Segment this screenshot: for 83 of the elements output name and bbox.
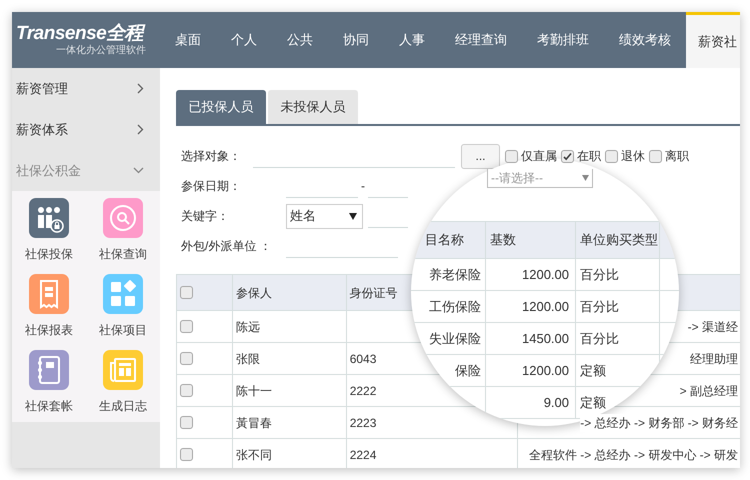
tab[interactable]: 已投保人员 <box>176 90 266 124</box>
caret-icon <box>582 175 589 181</box>
table-cell-text: 1450.00 <box>522 330 569 348</box>
field-label: 关键字： <box>181 208 230 225</box>
browse-button[interactable]: ... <box>461 144 500 168</box>
sidebar-item[interactable]: 薪资体系 <box>12 109 160 150</box>
table-cell-text: 2222 <box>350 382 376 400</box>
logo-text: Transense全程 <box>16 23 146 44</box>
chevron-right-icon <box>137 83 144 94</box>
checkbox[interactable] <box>180 286 193 299</box>
search-icon[interactable] <box>103 198 143 238</box>
notebook-icon[interactable] <box>29 350 69 390</box>
nav-tab[interactable]: 个人 <box>216 12 272 68</box>
nav-tab[interactable]: 人事 <box>384 12 440 68</box>
table-cell: -> 总经办 -> 财务部 -> 财务经 <box>580 414 738 432</box>
table-cell-text: 百分比 <box>580 298 619 316</box>
table-cell-text: 百分比 <box>580 266 619 284</box>
field-label: 选择对象： <box>181 148 242 165</box>
logo-tagline: 一体化办公管理软件 <box>55 45 147 57</box>
nav-tab[interactable]: 绩效考核 <box>604 12 686 68</box>
table-cell-text: 6043 <box>350 350 376 368</box>
table-cell-text: 1200.00 <box>522 362 569 380</box>
table-cell-text: 9.00 <box>544 394 569 412</box>
checkbox[interactable] <box>505 150 518 162</box>
app-label[interactable]: 社保项目 <box>99 322 147 338</box>
nav-tab[interactable]: 薪资社 <box>686 12 740 68</box>
checkbox[interactable] <box>180 384 193 397</box>
caret-icon <box>349 212 357 220</box>
table-cell-text: 工伤保险 <box>429 298 481 316</box>
select-field[interactable]: 姓名 <box>286 204 363 228</box>
table-cell-text: 保险 <box>455 362 481 380</box>
checkbox-label: 退休 <box>621 148 645 165</box>
table-cell-text: 失业保险 <box>429 330 481 348</box>
table-cell-text: 陈远 <box>236 318 260 336</box>
chevron-right-icon <box>137 124 144 135</box>
chevron-down-icon <box>133 167 144 174</box>
nav-tab[interactable]: 考勤排班 <box>522 12 604 68</box>
column-header[interactable]: 身份证号 <box>350 284 398 302</box>
checkbox-label: 在职 <box>577 148 601 165</box>
table-cell-text: 1200.00 <box>522 298 569 316</box>
checkbox[interactable] <box>649 150 662 162</box>
newspaper-icon[interactable] <box>103 350 143 390</box>
checkbox[interactable] <box>605 150 618 162</box>
date-separator: - <box>361 178 365 195</box>
nav-tab[interactable]: 桌面 <box>160 12 216 68</box>
nav-tab[interactable]: 经理查询 <box>440 12 522 68</box>
table-cell-text: 张不同 <box>236 446 272 464</box>
column-header[interactable]: 目名称 <box>411 222 486 258</box>
table-cell-text: 百分比 <box>580 330 619 348</box>
sidebar-item[interactable]: 薪资管理 <box>12 68 160 109</box>
checkbox[interactable] <box>180 416 193 429</box>
table-cell-text: 黃冒春 <box>236 414 272 432</box>
nav-tab[interactable]: 公共 <box>272 12 328 68</box>
table-cell-text: 陈十一 <box>236 382 272 400</box>
table-cell-text: 定额 <box>580 362 606 380</box>
table-cell-text: 养老保险 <box>429 266 481 284</box>
checkbox-label: 离职 <box>665 148 689 165</box>
table-cell-text: 2224 <box>350 446 376 464</box>
app-label[interactable]: 社保查询 <box>99 246 147 262</box>
column-header[interactable]: 参保人 <box>236 284 272 302</box>
column-header[interactable]: 单位购买类型 <box>576 222 660 258</box>
table-cell-text: 1200.00 <box>522 266 569 284</box>
field-label: 参保日期： <box>181 178 242 195</box>
field-label: 外包/外派单位 ： <box>181 238 273 255</box>
app-label[interactable]: 社保投保 <box>25 246 73 262</box>
tab[interactable]: 未投保人员 <box>268 90 358 124</box>
app-label[interactable]: 社保套帐 <box>25 398 73 414</box>
tiles-icon[interactable] <box>103 274 143 314</box>
table-cell-text: 2223 <box>350 414 376 432</box>
nav-tab[interactable]: 协同 <box>328 12 384 68</box>
checkbox[interactable] <box>180 320 193 333</box>
document-icon[interactable] <box>29 274 69 314</box>
table-cell-text: 张限 <box>236 350 260 368</box>
checkbox[interactable] <box>180 448 193 461</box>
table-cell-text: 定额 <box>580 394 606 412</box>
app-label[interactable]: 社保报表 <box>25 322 73 338</box>
checkbox-label: 仅直属 <box>521 148 557 165</box>
checkbox[interactable] <box>180 352 193 365</box>
people-lock-icon[interactable] <box>29 198 69 238</box>
app-label[interactable]: 生成日志 <box>99 398 147 414</box>
checkbox-checked[interactable] <box>561 150 574 162</box>
column-header[interactable]: 基数 <box>486 222 576 258</box>
table-cell: 全程软件 -> 总经办 -> 研发中心 -> 研发 <box>528 446 738 464</box>
